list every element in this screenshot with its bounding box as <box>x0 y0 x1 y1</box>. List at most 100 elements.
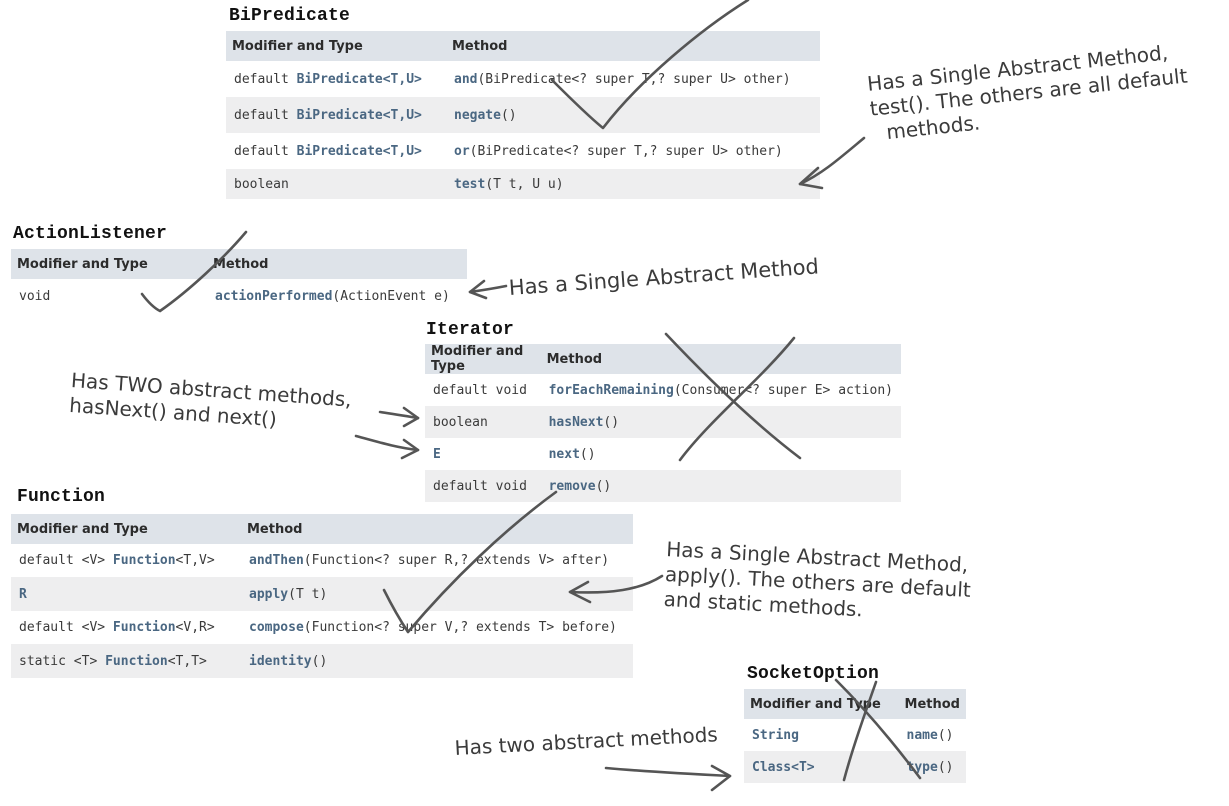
table-row: String name() <box>744 719 966 751</box>
method-header: Method <box>446 31 820 61</box>
table-row: default void forEachRemaining(Consumer<?… <box>425 374 901 406</box>
method-link-compose[interactable]: compose <box>249 620 304 635</box>
method-cell: actionPerformed(ActionEvent e) <box>215 288 450 304</box>
table-row: default BiPredicate<T,U> negate() <box>226 97 820 133</box>
iterator-note: Has TWO abstract methods, hasNext() and … <box>68 368 353 432</box>
modifier-header: Modifier and Type <box>744 689 899 719</box>
method-cell: type() <box>898 751 966 783</box>
method-link-and[interactable]: and <box>454 72 477 87</box>
modifier-cell: boolean <box>226 169 446 199</box>
method-header: Method <box>241 514 633 544</box>
method-link-apply[interactable]: apply <box>249 587 288 602</box>
function-table: Modifier and Type Method default <V> Fun… <box>11 514 633 678</box>
method-link-type[interactable]: type <box>907 760 938 775</box>
method-cell: next() <box>548 446 596 462</box>
arrowhead-icon <box>468 279 488 300</box>
socketoption-title: SocketOption <box>747 664 880 684</box>
table-row: Class<T> type() <box>744 751 966 783</box>
bipredicate-note: Has a Single Abstract Method, test(). Th… <box>866 40 1189 145</box>
type-link[interactable]: BiPredicate <box>297 72 383 87</box>
table-row: boolean hasNext() <box>425 406 901 438</box>
modifier-header: Modifier and Type <box>11 249 207 279</box>
modifier-header: Modifier and Type <box>425 344 541 374</box>
type-link[interactable]: Function <box>113 620 176 635</box>
modifier-cell: default BiPredicate<T,U> <box>234 143 422 159</box>
function-title: Function <box>17 487 106 507</box>
method-link-foreachremaining[interactable]: forEachRemaining <box>549 383 674 398</box>
modifier-cell: R <box>11 577 241 611</box>
type-link[interactable]: String <box>752 728 799 743</box>
type-link[interactable]: BiPredicate <box>297 144 383 159</box>
type-link[interactable]: Class<T> <box>752 760 815 775</box>
modifier-header: Modifier and Type <box>226 31 446 61</box>
arrow-icon <box>604 766 732 778</box>
modifier-cell: static <T> Function<T,T> <box>11 644 241 678</box>
socketoption-note: Has two abstract methods <box>454 722 719 760</box>
method-cell: apply(T t) <box>241 577 633 611</box>
method-link-remove[interactable]: remove <box>549 479 596 494</box>
method-cell: and(BiPredicate<? super T,? super U> oth… <box>454 71 791 87</box>
arrow-icon <box>468 284 508 294</box>
method-cell: andThen(Function<? super R,? extends V> … <box>249 553 610 568</box>
arrow-icon <box>354 434 420 452</box>
method-cell: forEachRemaining(Consumer<? super E> act… <box>548 382 893 398</box>
table-row: default BiPredicate<T,U> or(BiPredicate<… <box>226 133 820 169</box>
method-cell: or(BiPredicate<? super T,? super U> othe… <box>454 143 783 159</box>
method-cell: remove() <box>540 470 901 502</box>
type-link[interactable]: Function <box>113 553 176 568</box>
type-link[interactable]: R <box>19 587 27 602</box>
table-row: boolean test(T t, U u) <box>226 169 820 199</box>
bipredicate-title: BiPredicate <box>229 6 351 26</box>
function-note: Has a Single Abstract Method, apply(). T… <box>663 537 972 622</box>
method-cell: name() <box>906 727 954 743</box>
method-cell: negate() <box>446 97 820 133</box>
method-header: Method <box>540 344 901 374</box>
type-link[interactable]: BiPredicate <box>297 108 383 123</box>
table-row: default void remove() <box>425 470 901 502</box>
table-row: E next() <box>425 438 901 470</box>
table-row: default BiPredicate<T,U> and(BiPredicate… <box>226 61 820 97</box>
modifier-cell: Class<T> <box>744 751 899 783</box>
method-cell: identity() <box>241 644 633 678</box>
method-link-or[interactable]: or <box>454 144 470 159</box>
method-link-test[interactable]: test <box>454 177 485 192</box>
method-cell: compose(Function<? super V,? extends T> … <box>249 620 617 635</box>
actionlistener-note: Has a Single Abstract Method <box>508 254 820 300</box>
modifier-cell: default BiPredicate<T,U> <box>234 71 422 87</box>
actionlistener-table: Modifier and Type Method void actionPerf… <box>11 249 467 313</box>
method-cell: test(T t, U u) <box>446 169 820 199</box>
modifier-cell: default void <box>433 382 527 398</box>
modifier-cell: void <box>19 288 51 304</box>
method-link-actionperformed[interactable]: actionPerformed <box>215 289 332 304</box>
modifier-cell: default void <box>425 470 541 502</box>
socketoption-table: Modifier and Type Method String name() C… <box>744 689 966 783</box>
modifier-cell: default <V> Function<T,V> <box>19 553 215 568</box>
method-link-andthen[interactable]: andThen <box>249 553 304 568</box>
modifier-cell: default <V> Function<V,R> <box>19 620 215 635</box>
method-link-name[interactable]: name <box>907 728 938 743</box>
method-link-next[interactable]: next <box>549 447 580 462</box>
method-link-hasnext[interactable]: hasNext <box>549 415 604 430</box>
bipredicate-table: Modifier and Type Method default BiPredi… <box>226 31 820 199</box>
iterator-title: Iterator <box>426 320 515 340</box>
arrowhead-icon <box>402 406 420 428</box>
table-row: default <V> Function<V,R> compose(Functi… <box>11 611 633 644</box>
method-cell: hasNext() <box>540 406 901 438</box>
arrowhead-icon <box>710 764 732 792</box>
table-row: void actionPerformed(ActionEvent e) <box>11 279 467 313</box>
actionlistener-title: ActionListener <box>13 224 168 244</box>
method-link-identity[interactable]: identity <box>249 654 312 669</box>
iterator-table: Modifier and Type Method default void fo… <box>425 344 901 502</box>
modifier-cell: default BiPredicate<T,U> <box>226 97 446 133</box>
modifier-cell: boolean <box>425 406 541 438</box>
modifier-header: Modifier and Type <box>11 514 241 544</box>
table-row: R apply(T t) <box>11 577 633 611</box>
modifier-cell: String <box>744 719 899 751</box>
arrow-icon <box>378 410 420 420</box>
method-header: Method <box>207 249 467 279</box>
modifier-cell: E <box>425 438 541 470</box>
method-link-negate[interactable]: negate <box>454 108 501 123</box>
type-link[interactable]: Function <box>105 654 168 669</box>
type-link[interactable]: E <box>433 447 441 462</box>
table-row: default <V> Function<T,V> andThen(Functi… <box>11 544 633 577</box>
